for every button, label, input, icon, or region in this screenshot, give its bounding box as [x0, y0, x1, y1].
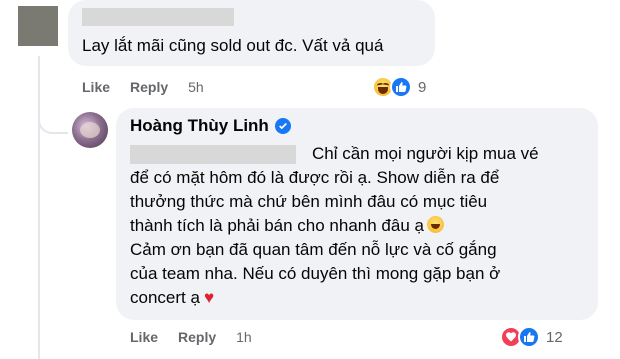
avatar-redacted[interactable]	[18, 6, 58, 46]
reply-button[interactable]: Reply	[130, 79, 168, 95]
reaction-count: 9	[418, 78, 427, 96]
like-icon	[518, 326, 540, 348]
thread-line	[38, 56, 40, 359]
author-name-redacted[interactable]	[82, 8, 234, 26]
verified-badge-icon	[274, 118, 291, 134]
reactions-summary[interactable]: 9	[372, 76, 426, 98]
reply-line: Cảm ơn bạn đã quan tâm đến nỗ lực và cố …	[130, 240, 497, 259]
reply-text: Chỉ cần mọi người kịp mua vé để có mặt h…	[130, 142, 560, 310]
like-button[interactable]: Like	[82, 79, 110, 95]
avatar[interactable]	[72, 112, 108, 148]
thread-branch-line	[38, 106, 68, 134]
reactions-summary[interactable]: 12	[500, 326, 563, 348]
timestamp[interactable]: 5h	[188, 79, 204, 95]
reply-actions: Like Reply 1h	[130, 329, 252, 345]
author-name[interactable]: Hoàng Thùy Linh	[130, 116, 291, 136]
smile-emoji-icon	[426, 216, 444, 233]
reaction-count: 12	[546, 328, 563, 346]
reply-line: thưởng thức mà chứ bên mình đâu có mục t…	[130, 192, 488, 211]
reply-line: để có mặt hôm đó là được rồi ạ. Show diễ…	[130, 168, 500, 187]
reply-line: của team nha. Nếu có duyên thì mong gặp …	[130, 264, 501, 283]
comment-bubble: Lay lắt mãi cũng sold out đc. Vất vả quá	[68, 0, 435, 66]
author-name-text[interactable]: Hoàng Thùy Linh	[130, 116, 269, 136]
like-button[interactable]: Like	[130, 329, 158, 345]
reply-line-text: concert ạ	[130, 288, 200, 307]
reply-line: thành tích là phải bán cho nhanh đâu ạ	[130, 214, 560, 238]
heart-emoji-icon: ♥	[203, 288, 215, 307]
comment-text: Lay lắt mãi cũng sold out đc. Vất vả quá	[82, 36, 384, 55]
like-icon	[390, 76, 412, 98]
timestamp[interactable]: 1h	[236, 329, 252, 345]
reply-line: Chỉ cần mọi người kịp mua vé	[312, 144, 539, 163]
comment-actions: Like Reply 5h	[82, 79, 204, 95]
reply-button[interactable]: Reply	[178, 329, 216, 345]
reply-bubble: Hoàng Thùy Linh Chỉ cần mọi người kịp mu…	[116, 108, 598, 320]
reply-line-text: thành tích là phải bán cho nhanh đâu ạ	[130, 216, 424, 235]
reply-line: concert ạ ♥	[130, 286, 560, 310]
